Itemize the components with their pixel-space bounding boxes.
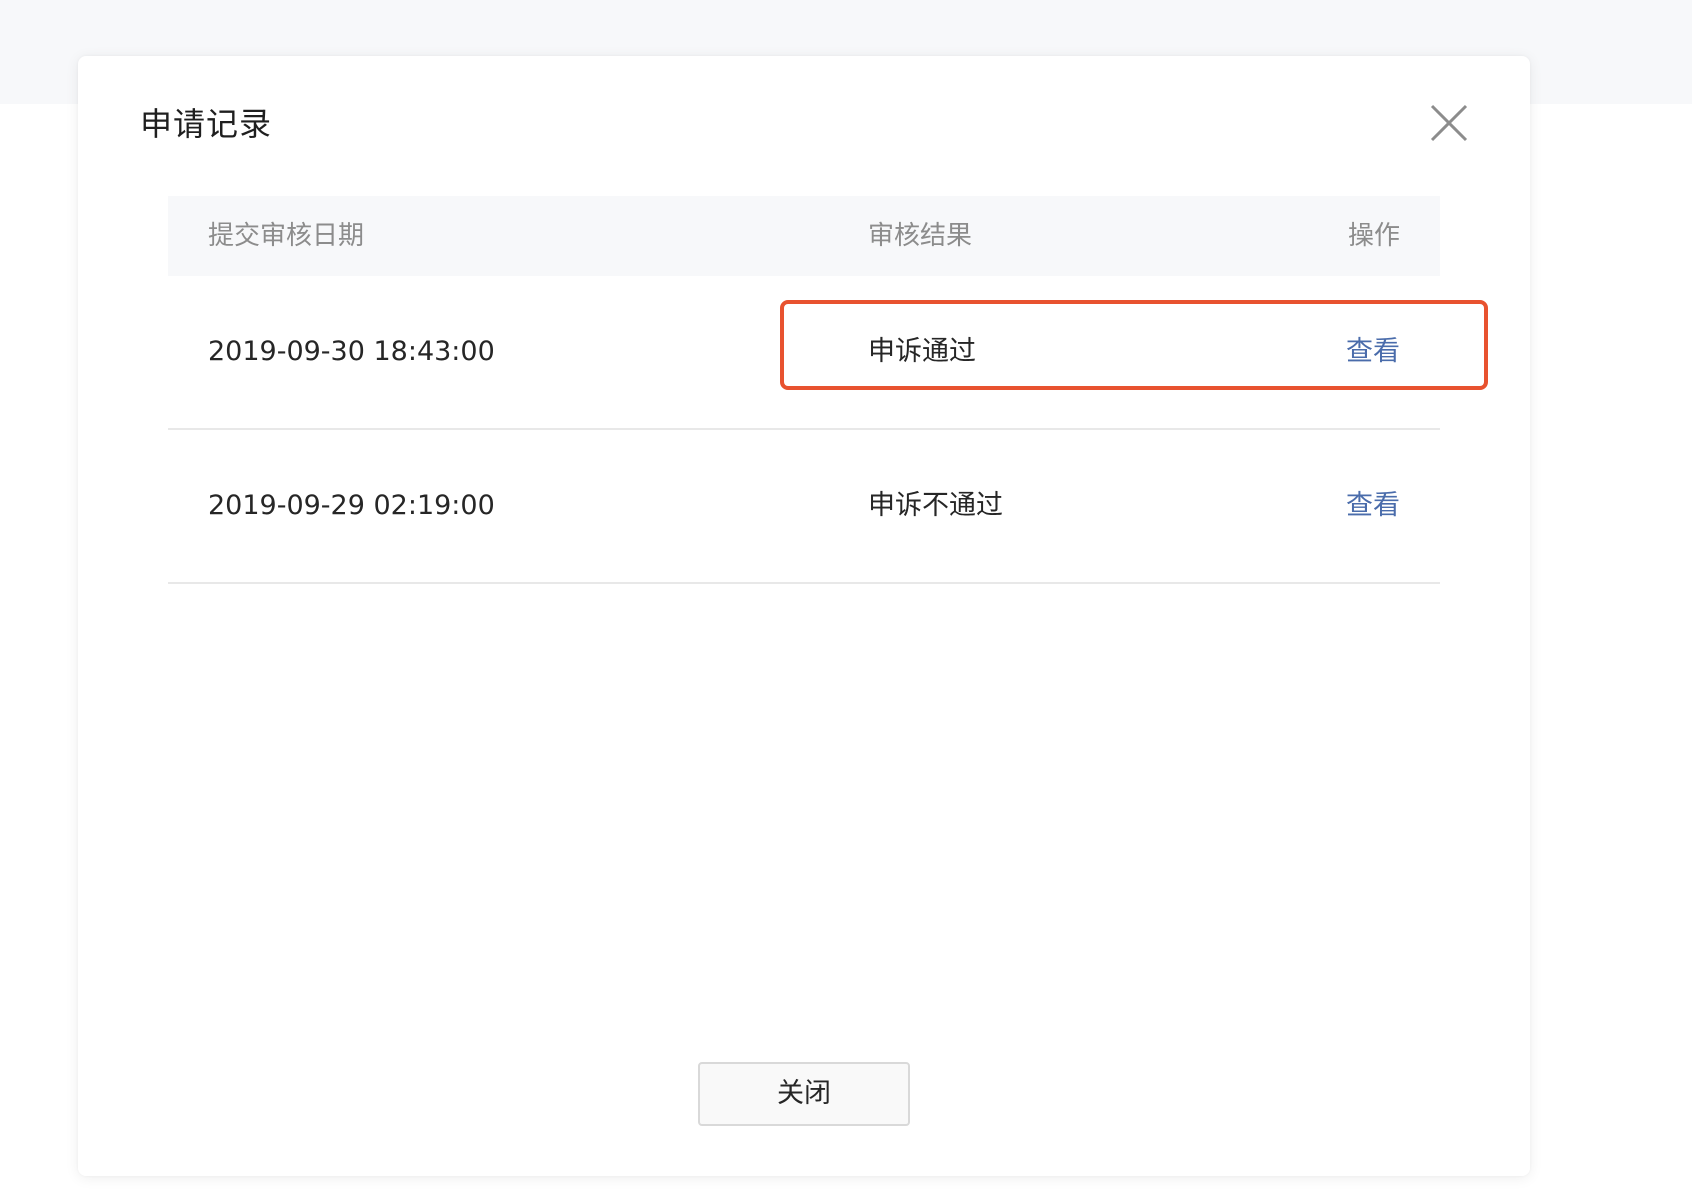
application-records-dialog: 申请记录 提交审核日期 审核结果 操作 2019-09-30 18:43:00 …: [78, 56, 1530, 1176]
close-icon[interactable]: [1428, 102, 1470, 144]
table-row: 2019-09-29 02:19:00 申诉不通过 查看: [168, 430, 1440, 584]
header-action: 操作: [1347, 221, 1400, 251]
header-submit-date: 提交审核日期: [208, 221, 365, 251]
row-result: 申诉通过: [868, 336, 976, 367]
row-result: 申诉不通过: [868, 490, 1003, 521]
row-date: 2019-09-30 18:43:00: [208, 336, 495, 367]
table-header: 提交审核日期 审核结果 操作: [168, 196, 1440, 276]
header-review-result: 审核结果: [868, 221, 973, 251]
records-table: 提交审核日期 审核结果 操作 2019-09-30 18:43:00 申诉通过 …: [168, 196, 1440, 584]
view-link[interactable]: 查看: [1346, 430, 1400, 582]
view-link[interactable]: 查看: [1346, 276, 1400, 428]
dialog-title: 申请记录: [140, 105, 273, 143]
close-button[interactable]: 关闭: [698, 1062, 910, 1126]
table-row: 2019-09-30 18:43:00 申诉通过 查看: [168, 276, 1440, 430]
row-date: 2019-09-29 02:19:00: [208, 490, 495, 521]
